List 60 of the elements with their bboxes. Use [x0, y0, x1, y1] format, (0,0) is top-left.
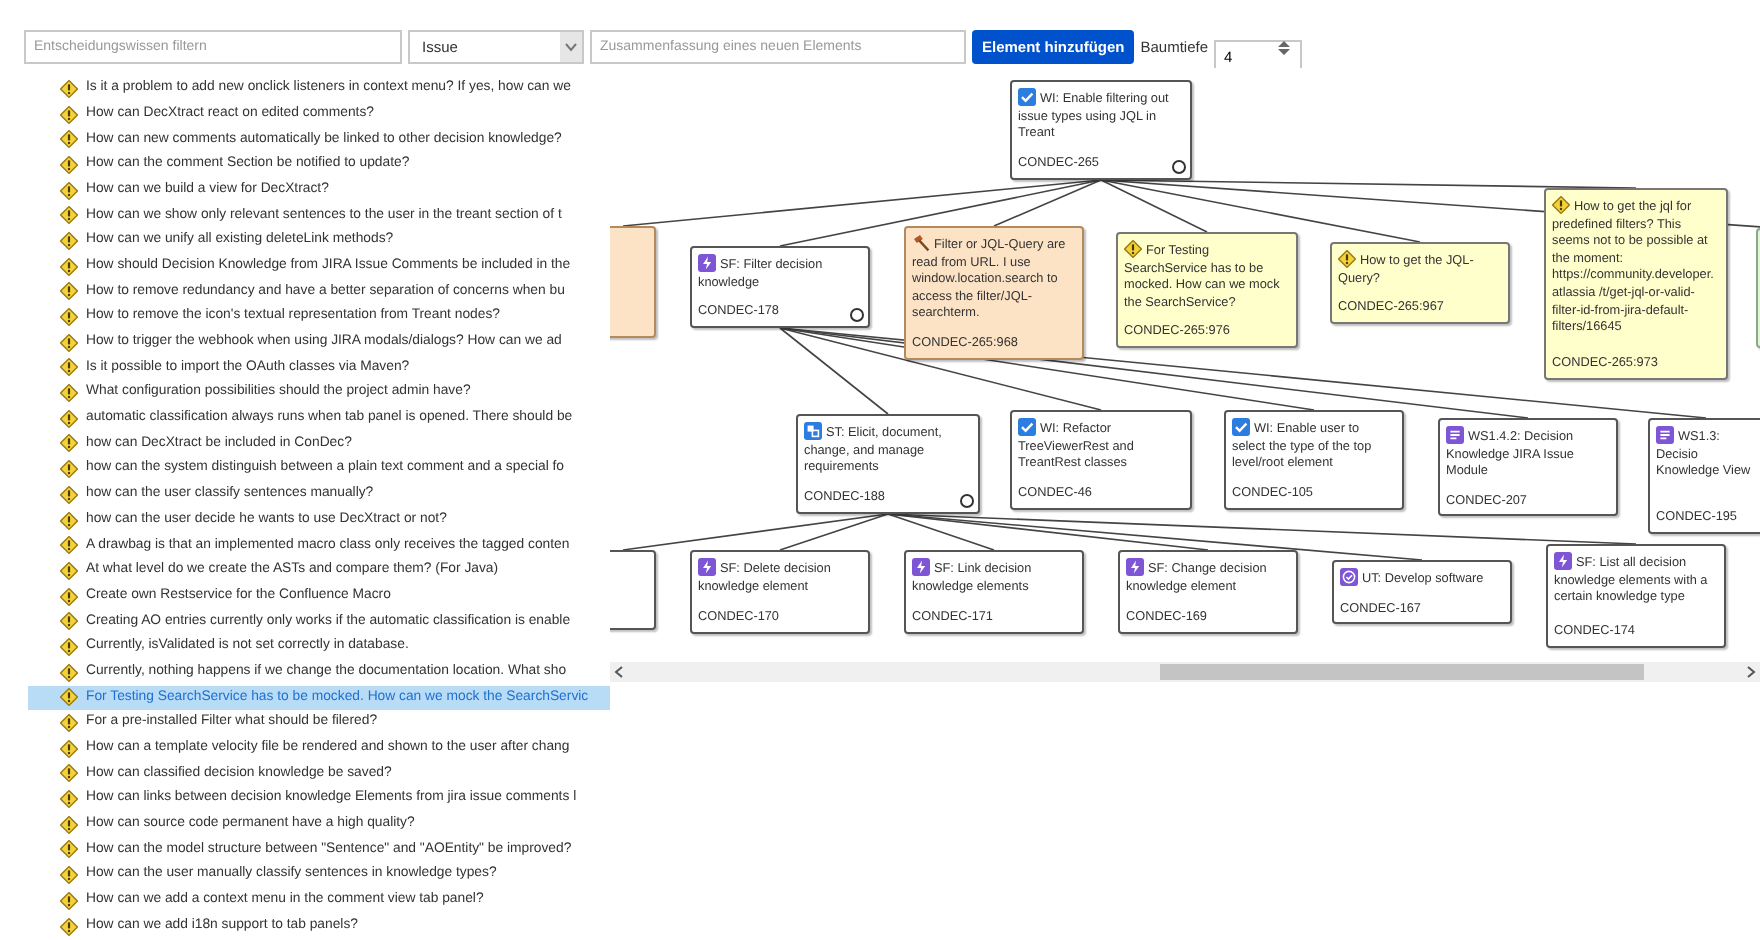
warning-icon	[60, 587, 78, 606]
warning-icon	[60, 739, 78, 758]
collapse-handle[interactable]	[960, 494, 974, 508]
warning-icon	[1552, 196, 1570, 214]
warning-icon	[60, 358, 78, 377]
warning-icon	[60, 460, 78, 479]
warning-icon	[60, 130, 78, 149]
warning-icon	[60, 815, 78, 834]
collapse-handle[interactable]	[850, 307, 864, 322]
scroll-right-icon[interactable]	[1746, 666, 1756, 678]
warning-icon	[60, 688, 78, 707]
document-icon	[1446, 426, 1464, 444]
warning-icon	[60, 891, 78, 910]
warning-icon	[60, 384, 78, 403]
warning-icon	[60, 917, 78, 936]
warning-icon	[1338, 250, 1356, 268]
warning-icon	[60, 536, 78, 555]
warning-icon	[60, 790, 78, 809]
warning-icon	[60, 612, 78, 631]
spinner-icon	[1276, 39, 1293, 55]
lightning-icon	[1126, 558, 1144, 576]
horizontal-scrollbar[interactable]	[610, 662, 1760, 682]
warning-icon	[60, 308, 78, 327]
warning-icon	[60, 714, 78, 733]
warning-icon	[60, 231, 78, 250]
warning-icon	[1124, 240, 1142, 258]
warning-icon	[60, 105, 78, 124]
warning-icon	[60, 181, 78, 200]
warning-icon	[60, 409, 78, 428]
hammer-icon	[912, 234, 930, 252]
scrollbar-thumb[interactable]	[1160, 664, 1644, 680]
checkbox-icon	[1018, 88, 1036, 106]
collapse-handle[interactable]	[1172, 160, 1186, 174]
warning-icon	[60, 840, 78, 859]
warning-icon	[60, 511, 78, 530]
checkbox-icon	[1232, 418, 1250, 436]
warning-icon	[60, 79, 78, 98]
warning-icon	[60, 155, 78, 174]
warning-icon	[60, 561, 78, 580]
warning-icon	[60, 206, 78, 225]
document-icon	[1656, 426, 1674, 444]
lightning-icon	[698, 558, 716, 576]
lightning-icon	[1554, 552, 1572, 570]
caret-icon	[560, 32, 582, 62]
warning-icon	[60, 282, 78, 301]
lightning-icon	[698, 254, 716, 272]
tree-node[interactable]	[1544, 188, 1728, 380]
warning-icon	[60, 485, 78, 504]
warning-icon	[60, 866, 78, 885]
warning-icon	[60, 637, 78, 656]
squares-icon	[804, 422, 822, 440]
check-circle-icon	[1340, 568, 1358, 586]
warning-icon	[60, 434, 78, 453]
checkbox-icon	[1018, 418, 1036, 436]
warning-icon	[60, 257, 78, 276]
scroll-left-icon[interactable]	[614, 666, 624, 678]
warning-icon	[60, 663, 78, 682]
warning-icon	[60, 333, 78, 352]
lightning-icon	[912, 558, 930, 576]
warning-icon	[60, 764, 78, 783]
